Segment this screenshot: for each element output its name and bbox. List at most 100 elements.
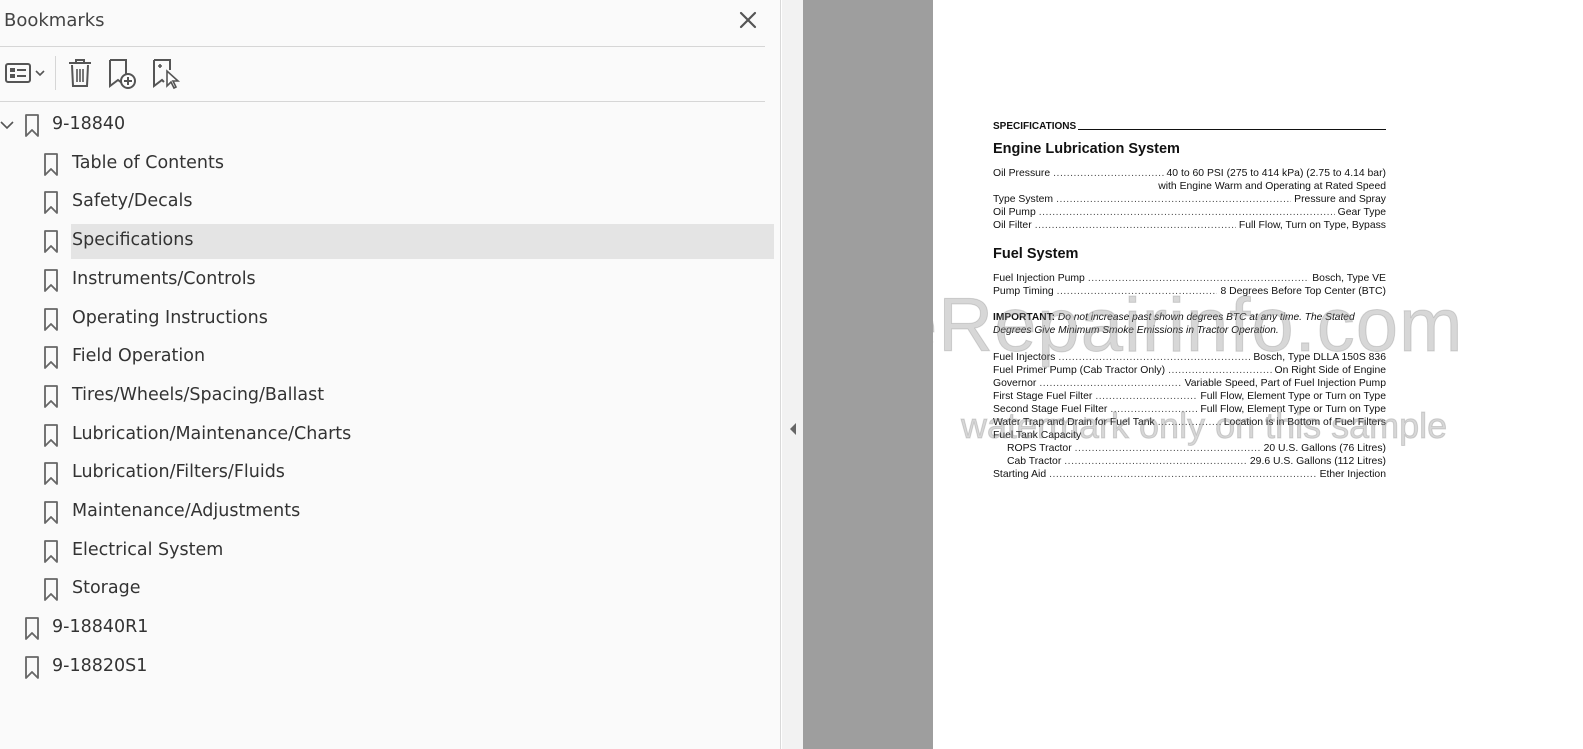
spec-key: Oil Pressure xyxy=(993,168,1051,179)
bookmark-item[interactable]: Field Operation xyxy=(0,340,775,375)
toolbar-separator xyxy=(55,56,56,90)
watermark: eRepairinfo.com xyxy=(933,283,1464,369)
bookmark-label: Table of Contents xyxy=(72,152,224,173)
dot-leader xyxy=(1056,193,1291,206)
bookmark-item[interactable]: 9-18840R1 xyxy=(0,611,775,646)
trash-icon[interactable] xyxy=(65,56,95,90)
spec-value: 29.6 U.S. Gallons (112 Litres) xyxy=(1249,456,1386,467)
dot-leader xyxy=(1064,455,1247,468)
divider xyxy=(0,101,765,102)
spec-row: Cab Tractor 29.6 U.S. Gallons (112 Litres… xyxy=(993,455,1386,468)
spec-row-continuation: with Engine Warm and Operating at Rated … xyxy=(993,180,1386,193)
bookmark-item[interactable]: Lubrication/Maintenance/Charts xyxy=(0,418,775,453)
dot-leader xyxy=(1053,167,1163,180)
add-bookmark-icon[interactable] xyxy=(106,56,138,90)
panel-splitter[interactable] xyxy=(782,0,803,749)
spec-key: Type System xyxy=(993,194,1054,205)
spec-key: Cab Tractor xyxy=(1007,456,1062,467)
spec-value: Full Flow, Element Type or Turn on Type xyxy=(1200,391,1386,402)
bookmark-label: Field Operation xyxy=(72,346,206,367)
bookmark-label: Storage xyxy=(72,578,141,599)
spec-row: Oil Pressure 40 to 60 PSI (275 to 414 kPa… xyxy=(993,167,1386,180)
bookmark-icon xyxy=(24,617,40,641)
bookmark-item[interactable]: 9-18840 xyxy=(0,108,775,143)
chevron-down-icon[interactable] xyxy=(0,117,14,133)
spec-list: Oil Pressure 40 to 60 PSI (275 to 414 kPa… xyxy=(993,167,1386,232)
bookmark-icon xyxy=(43,462,59,486)
spec-row: Oil Filter Full Flow, Turn on Type, Bypas… xyxy=(993,219,1386,232)
bookmark-icon xyxy=(43,423,59,448)
bookmarks-panel: Bookmarks 9-18840 Table of Contents Safe… xyxy=(0,0,781,749)
bookmark-icon xyxy=(43,307,59,332)
document-page: SPECIFICATIONS Engine Lubrication System… xyxy=(933,0,1583,749)
bookmark-icon xyxy=(43,501,59,525)
bookmark-item[interactable]: 9-18820S1 xyxy=(0,650,775,685)
spec-value: Full Flow, Turn on Type, Bypass xyxy=(1238,220,1386,231)
bookmark-item[interactable]: Electrical System xyxy=(0,534,775,569)
bookmark-icon xyxy=(43,539,59,564)
watermark: watermark only on this sample xyxy=(960,405,1448,447)
spec-row: Starting Aid Ether Injection xyxy=(993,468,1386,481)
bookmark-item[interactable]: Tires/Wheels/Spacing/Ballast xyxy=(0,379,775,414)
spec-row: Oil Pump Gear Type xyxy=(993,206,1386,219)
bookmark-item[interactable]: Lubrication/Filters/Fluids xyxy=(0,456,775,491)
bookmark-label: Tires/Wheels/Spacing/Ballast xyxy=(72,384,325,405)
spec-value: with Engine Warm and Operating at Rated … xyxy=(1158,181,1386,192)
bookmark-label: Maintenance/Adjustments xyxy=(72,501,301,521)
bookmark-icon xyxy=(43,191,59,215)
spec-value: Ether Injection xyxy=(1319,469,1386,480)
spec-row: Governor Variable Speed, Part of Fuel Inj… xyxy=(993,377,1386,390)
bookmark-label: Specifications xyxy=(72,230,194,251)
section-title: Engine Lubrication System xyxy=(993,141,1180,157)
panel-title: Bookmarks xyxy=(4,10,105,31)
bookmark-label: Electrical System xyxy=(72,539,224,560)
bookmark-label: 9-18840R1 xyxy=(52,617,149,638)
dot-leader xyxy=(1035,219,1236,232)
bookmark-icon xyxy=(43,152,59,177)
spec-row: Type System Pressure and Spray xyxy=(993,193,1386,206)
spec-key: Oil Filter xyxy=(993,220,1032,231)
bookmark-icon xyxy=(43,384,59,409)
spec-row: First Stage Fuel Filter Full Flow, Elemen… xyxy=(993,390,1386,403)
spec-key: Starting Aid xyxy=(993,469,1047,480)
bookmark-label: Operating Instructions xyxy=(72,307,268,328)
document-background xyxy=(803,0,933,749)
dot-leader xyxy=(1095,390,1197,403)
section-header: SPECIFICATIONS xyxy=(993,118,1386,132)
bookmark-icon xyxy=(43,230,59,254)
dot-leader xyxy=(1039,206,1335,219)
bookmark-label: 9-18820S1 xyxy=(52,655,148,676)
bookmark-item[interactable]: Safety/Decals xyxy=(0,185,775,220)
bookmark-item[interactable]: Operating Instructions xyxy=(0,302,775,337)
bookmark-label: Lubrication/Maintenance/Charts xyxy=(72,423,352,444)
bookmark-icon xyxy=(43,346,59,370)
bookmark-item[interactable]: Storage xyxy=(0,572,775,607)
bookmark-label: 9-18840 xyxy=(52,114,126,134)
bookmark-icon xyxy=(24,114,40,138)
bookmark-icon xyxy=(43,578,59,602)
bookmark-item[interactable]: Specifications xyxy=(0,224,775,260)
spec-key: Governor xyxy=(993,378,1037,389)
spec-value: Gear Type xyxy=(1337,207,1386,218)
bookmark-icon xyxy=(43,268,59,293)
section-title: Fuel System xyxy=(993,246,1079,262)
bookmark-item[interactable]: Table of Contents xyxy=(0,147,775,182)
new-bookmark-from-selection-icon[interactable] xyxy=(150,56,182,90)
spec-value: 40 to 60 PSI (275 to 414 kPa) (2.75 to 4… xyxy=(1166,168,1387,179)
collapse-left-arrow-icon[interactable] xyxy=(788,422,798,436)
bookmark-item[interactable]: Maintenance/Adjustments xyxy=(0,495,775,530)
options-list-icon[interactable] xyxy=(4,56,48,90)
bookmark-label: Safety/Decals xyxy=(72,191,193,212)
dot-leader xyxy=(1039,377,1181,390)
dot-leader xyxy=(1049,468,1316,481)
spec-key: Oil Pump xyxy=(993,207,1036,218)
divider xyxy=(0,46,765,47)
bookmark-item[interactable]: Instruments/Controls xyxy=(0,263,775,298)
spec-value: Pressure and Spray xyxy=(1294,194,1386,205)
spec-value: Variable Speed, Part of Fuel Injection P… xyxy=(1184,378,1386,389)
bookmark-label: Instruments/Controls xyxy=(72,268,256,289)
spec-key: First Stage Fuel Filter xyxy=(993,391,1093,402)
header-rule xyxy=(1078,129,1386,130)
close-icon[interactable] xyxy=(738,8,760,32)
bookmark-label: Lubrication/Filters/Fluids xyxy=(72,462,285,483)
